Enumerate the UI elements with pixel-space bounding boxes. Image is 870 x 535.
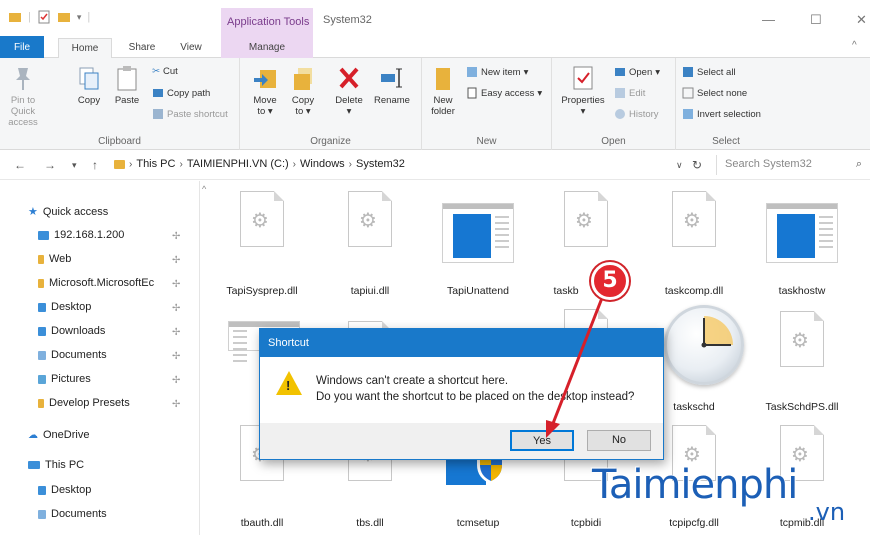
watermark-logo: Taimienphi <box>592 462 798 508</box>
step-badge: 5 <box>591 262 629 300</box>
annotation-arrow <box>546 297 604 438</box>
watermark-suffix: .vn <box>808 498 846 526</box>
